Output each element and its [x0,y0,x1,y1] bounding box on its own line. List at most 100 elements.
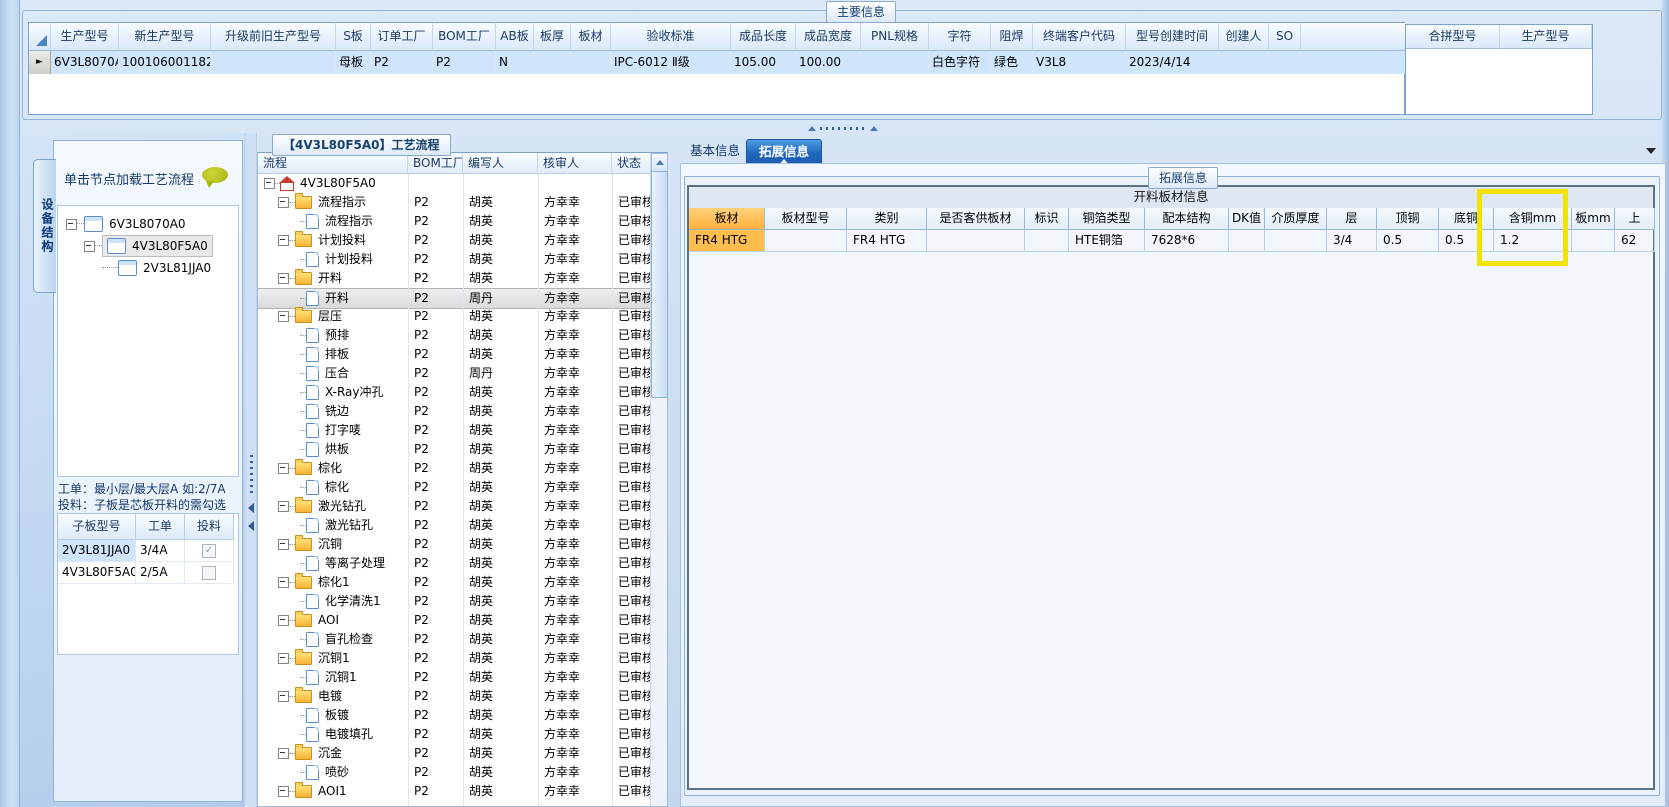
flow-cell[interactable]: P2 [414,687,461,706]
flow-cell[interactable]: 方幸幸 [544,554,610,573]
grid-cell[interactable]: 6V3L8070A0 [51,51,119,74]
flow-row-计划投料[interactable]: 计划投料 P2 胡英 方幸幸 已审核 [258,231,653,250]
flow-expander-icon[interactable] [278,577,289,588]
material-column-header[interactable]: 层 [1327,208,1377,230]
flow-cell[interactable]: 胡英 [469,193,536,212]
flow-cell[interactable]: P2 [414,231,461,250]
tree-node-body[interactable]: 2V3L81JJA0 [118,258,211,278]
flow-row-name[interactable]: X-Ray冲孔 [300,383,383,402]
flow-row-电镀填孔[interactable]: 电镀填孔 P2 胡英 方幸幸 已审核 [258,725,653,744]
collapse-left-icon[interactable] [248,503,254,513]
material-cell[interactable]: FR4 HTG [689,230,765,252]
grid-cell[interactable]: 母板 [336,51,371,74]
subtable-cell-model[interactable]: 4V3L80F5A0 [58,562,136,584]
flow-cell[interactable]: 周丹 [469,289,536,308]
grid-cell[interactable]: 绿色 [991,51,1033,74]
flow-row-AOI1[interactable]: AOI1 P2 胡英 方幸幸 已审核 [258,782,653,801]
material-cell[interactable] [1572,230,1615,252]
flow-row-开料[interactable]: 开料 P2 胡英 方幸幸 已审核 [258,269,653,288]
column-header-字符[interactable]: 字符 [929,23,991,51]
flow-cell[interactable]: 已审核 [618,649,651,668]
flow-column-header[interactable]: BOM工厂 [408,153,463,174]
grid-cell[interactable] [1301,51,1407,74]
flow-cell[interactable]: 已审核 [618,554,651,573]
flow-cell[interactable]: 方幸幸 [544,383,610,402]
flow-row-name[interactable]: 流程指示 [278,193,366,212]
flow-cell[interactable]: 已审核 [618,763,651,782]
grid-cell[interactable] [534,51,571,74]
material-cell[interactable]: 7628*6 [1145,230,1229,252]
flow-cell[interactable]: 方幸幸 [544,440,610,459]
flow-cell[interactable]: 胡英 [469,478,536,497]
flow-cell[interactable]: 胡英 [469,649,536,668]
flow-cell[interactable]: 方幸幸 [544,459,610,478]
material-table[interactable]: 开料板材信息 板材 板材型号 类别 是否客供板材 标识 铜箔类型 配本结构 DK值 介质厚度层顶… [687,185,1655,790]
flow-cell[interactable]: 方幸幸 [544,326,610,345]
flow-row-name[interactable]: 层压 [278,307,342,326]
flow-row-name[interactable]: 棕化 [278,459,342,478]
flow-row-name[interactable]: 等离子处理 [300,554,385,573]
grid-cell[interactable]: 100.00 [796,51,861,74]
flow-row-喷砂[interactable]: 喷砂 P2 胡英 方幸幸 已审核 [258,763,653,782]
grid-cell[interactable] [211,51,336,74]
main-grid-selected-row[interactable]: ► 6V3L8070A010010600118281母板P2P2NIPC-601… [29,51,1407,74]
flow-cell[interactable]: 已审核 [618,421,651,440]
grid-cell[interactable] [861,51,929,74]
flow-cell[interactable]: 周丹 [469,364,536,383]
flow-row-板镀[interactable]: 板镀 P2 胡英 方幸幸 已审核 [258,706,653,725]
material-cell[interactable] [1025,230,1069,252]
subtable-column-header[interactable]: 子板型号 [58,514,136,540]
material-cell[interactable] [765,230,847,252]
flow-cell[interactable]: 方幸幸 [544,497,610,516]
flow-expander-icon[interactable] [278,235,289,246]
flow-column-header[interactable]: 状态 [612,153,653,174]
flow-cell[interactable]: P2 [414,383,461,402]
grid-cell[interactable]: P2 [433,51,496,74]
flow-row-name[interactable]: 4V3L80F5A0 [264,174,376,193]
flow-column-header[interactable]: 核审人 [538,153,612,174]
tab-basic-info[interactable]: 基本信息 [678,139,752,163]
column-header-板材[interactable]: 板材 [571,23,611,51]
row-marker-cell[interactable]: ► [29,51,51,74]
flow-cell[interactable]: 已审核 [618,706,651,725]
flow-row-name[interactable]: 盲孔检查 [300,630,373,649]
flow-expander-icon[interactable] [278,463,289,474]
flow-row-激光钻孔[interactable]: 激光钻孔 P2 胡英 方幸幸 已审核 [258,497,653,516]
flow-cell[interactable]: 方幸幸 [544,725,610,744]
flow-row-压合[interactable]: 压合 P2 周丹 方幸幸 已审核 [258,364,653,383]
flow-row-name[interactable]: 棕化 [300,478,349,497]
flow-cell[interactable]: P2 [414,611,461,630]
scroll-up-button[interactable] [651,153,668,172]
material-cell[interactable]: 0.5 [1377,230,1439,252]
tab-device-structure[interactable]: 设备结构 [33,159,56,293]
flow-cell[interactable]: 胡英 [469,516,536,535]
flow-row-4V3L80F5A0[interactable]: 4V3L80F5A0 [258,174,653,193]
flow-expander-icon[interactable] [278,615,289,626]
flow-cell[interactable]: 胡英 [469,269,536,288]
flow-cell[interactable]: 胡英 [469,763,536,782]
subtable-cell-feed[interactable] [185,562,234,584]
flow-row-name[interactable]: 板镀 [300,706,349,725]
flow-expander-icon[interactable] [278,273,289,284]
flow-cell[interactable]: 胡英 [469,307,536,326]
flow-row-化学清洗1[interactable]: 化学清洗1 P2 胡英 方幸幸 已审核 [258,592,653,611]
row-selector-header[interactable] [29,23,51,51]
flow-expander-icon[interactable] [278,501,289,512]
subtable-column-header[interactable]: 工单 [136,514,185,540]
flow-row-计划投料[interactable]: 计划投料 P2 胡英 方幸幸 已审核 [258,250,653,269]
flow-cell[interactable]: 方幸幸 [544,573,610,592]
flow-cell[interactable]: 胡英 [469,440,536,459]
tree-node-6V3L8070A0[interactable]: 6V3L8070A0 [66,214,186,234]
flow-row-name[interactable]: 预排 [300,326,349,345]
flow-cell[interactable]: 已审核 [618,516,651,535]
flow-cell[interactable]: 方幸幸 [544,269,610,288]
flow-cell[interactable]: 方幸幸 [544,763,610,782]
flow-cell[interactable]: 方幸幸 [544,250,610,269]
flow-cell[interactable]: 已审核 [618,497,651,516]
flow-row-name[interactable]: 沉铜 [278,535,342,554]
flow-cell[interactable]: 方幸幸 [544,364,610,383]
top-splitter-handle[interactable] [808,126,878,131]
flow-cell[interactable]: 方幸幸 [544,592,610,611]
flow-cell[interactable]: 已审核 [618,326,651,345]
flow-row-name[interactable]: 开料 [300,289,349,308]
